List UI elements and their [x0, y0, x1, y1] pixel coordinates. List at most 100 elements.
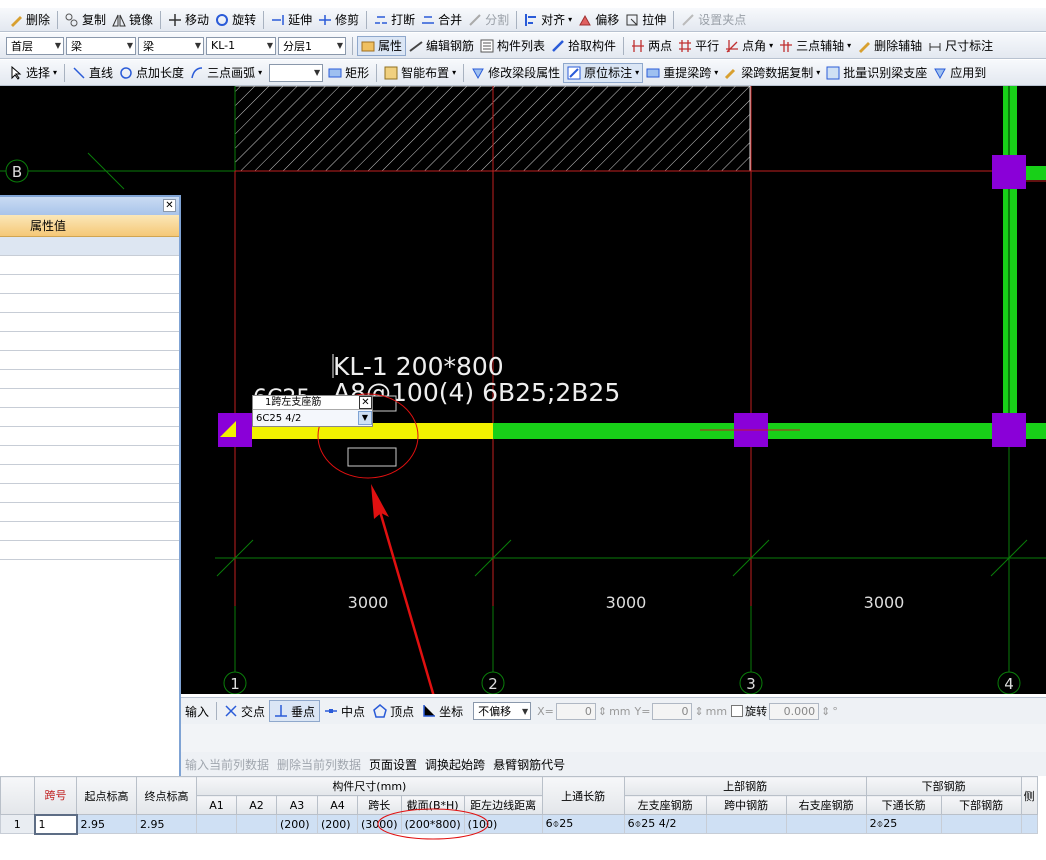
y-input[interactable]: 0 [652, 702, 693, 720]
chevron-down-icon[interactable]: ▼ [358, 411, 372, 425]
column[interactable] [992, 155, 1026, 189]
floor-select[interactable]: 首层 ▼ [6, 36, 64, 55]
cantilever-code-button[interactable]: 悬臂钢筋代号 [493, 756, 565, 773]
col-top-through-header[interactable]: 上通长筋 [541, 776, 625, 815]
modify-span-button[interactable]: 修改梁段属性 [468, 63, 563, 83]
property-row[interactable] [0, 427, 179, 446]
rotate-input[interactable]: 0.000 [769, 702, 820, 720]
beam-span-2-3[interactable] [493, 423, 1046, 439]
property-row[interactable] [0, 275, 179, 294]
col-left-edge-header[interactable]: 距左边线距离 [463, 795, 543, 815]
offset-button[interactable]: 偏移 [575, 10, 622, 30]
select-button[interactable]: 选择 ▾ [6, 63, 60, 83]
property-row[interactable] [0, 446, 179, 465]
category-select[interactable]: 梁 ▼ [66, 36, 136, 55]
cell-top-through[interactable]: 6⌽25 [541, 814, 625, 834]
delete-button[interactable]: 删除 [6, 10, 53, 30]
col-span-header[interactable]: 跨号 [34, 776, 77, 815]
table-row[interactable]: 1 1 2.95 2.95 (200) (200) (3000) (200*80… [0, 813, 1038, 835]
property-button[interactable]: 属性 [357, 35, 407, 56]
cell-left-support[interactable]: 6⌽25 4/2 [623, 814, 707, 834]
point-length-button[interactable]: 点加长度 [116, 63, 187, 83]
cell-a1[interactable] [196, 814, 237, 834]
cell-more[interactable] [1020, 814, 1038, 834]
cell-end-elev[interactable]: 2.95 [136, 814, 197, 834]
row-number[interactable]: 1 [0, 814, 35, 834]
two-points-button[interactable]: 两点 [628, 36, 675, 56]
label-input-box-bottom[interactable] [347, 447, 397, 467]
property-row[interactable] [0, 522, 179, 541]
batch-identify-button[interactable]: 批量识别梁支座 [823, 63, 930, 83]
cell-section[interactable]: (200*800) [400, 814, 465, 834]
dim-label-button[interactable]: 尺寸标注 [925, 36, 996, 56]
cell-mid-span[interactable] [705, 814, 787, 834]
popup-value-combo[interactable]: 6C25 4/2 ▼ [253, 410, 372, 426]
pick-component-button[interactable]: 拾取构件 [548, 36, 619, 56]
col-span-length-header[interactable]: 跨长 [357, 795, 402, 815]
property-row[interactable] [0, 465, 179, 484]
cell-right-support[interactable] [785, 814, 867, 834]
vertex-snap[interactable]: 顶点 [369, 700, 418, 722]
x-input[interactable]: 0 [555, 702, 596, 720]
align-button[interactable]: 对齐 ▾ [521, 10, 575, 30]
rotate-button[interactable]: 旋转 [212, 10, 259, 30]
cell-a2[interactable] [236, 814, 277, 834]
component-select[interactable]: KL-1 ▼ [206, 36, 276, 55]
col-a4-header[interactable]: A4 [317, 795, 358, 815]
perpendicular-snap[interactable]: 垂点 [269, 700, 321, 722]
split-button[interactable]: 分割 [465, 10, 512, 30]
close-icon[interactable]: ✕ [359, 396, 372, 409]
property-row[interactable] [0, 503, 179, 522]
delete-axis-button[interactable]: 删除辅轴 [854, 36, 925, 56]
smart-layout-button[interactable]: 智能布置 ▾ [381, 63, 459, 83]
trim-button[interactable]: 修剪 [315, 10, 362, 30]
property-row[interactable] [0, 541, 179, 560]
intersection-snap[interactable]: 交点 [220, 700, 269, 722]
col-left-support-header[interactable]: 左支座钢筋 [623, 795, 707, 815]
set-grip-button[interactable]: 设置夹点 [678, 10, 749, 30]
rect-button[interactable]: 矩形 [325, 63, 372, 83]
cell-start-elev[interactable]: 2.95 [76, 814, 137, 834]
col-start-elev-header[interactable]: 起点标高 [76, 776, 137, 815]
input-button[interactable]: 输入 [181, 700, 213, 722]
property-row[interactable] [0, 294, 179, 313]
property-row[interactable] [0, 484, 179, 503]
cell-bottom-part[interactable] [940, 814, 1022, 834]
spin-icon[interactable]: ⇕ [821, 705, 830, 718]
col-a1-header[interactable]: A1 [196, 795, 237, 815]
cell-a3[interactable]: (200) [276, 814, 318, 834]
type-select[interactable]: 梁 ▼ [138, 36, 204, 55]
layer-select[interactable]: 分层1 ▼ [278, 36, 346, 55]
property-row[interactable] [0, 313, 179, 332]
col-section-header[interactable]: 截面(B*H) [400, 795, 465, 815]
page-setup-button[interactable]: 页面设置 [369, 756, 417, 773]
re-extract-span-button[interactable]: 重提梁跨 ▾ [643, 63, 721, 83]
input-col-button[interactable]: 输入当前列数据 [185, 756, 269, 773]
in-situ-label-button[interactable]: 原位标注 ▾ [563, 62, 644, 83]
property-row[interactable] [0, 237, 179, 256]
col-bottom-part-header[interactable]: 下部钢筋 [940, 795, 1022, 815]
property-row[interactable] [0, 408, 179, 427]
point-angle-button[interactable]: 点角 ▾ [722, 36, 776, 56]
cell-a4[interactable]: (200) [317, 814, 358, 834]
cell-span[interactable]: 1 [33, 813, 78, 835]
delete-col-button[interactable]: 删除当前列数据 [277, 756, 361, 773]
span-data-copy-button[interactable]: 梁跨数据复制 ▾ [721, 63, 823, 83]
midpoint-snap[interactable]: 中点 [320, 700, 369, 722]
property-row[interactable] [0, 256, 179, 275]
property-row[interactable] [0, 370, 179, 389]
break-button[interactable]: 打断 [371, 10, 418, 30]
cell-bottom-through[interactable]: 2⌽25 [865, 814, 942, 834]
rotate-checkbox[interactable] [731, 705, 744, 717]
col-a2-header[interactable]: A2 [236, 795, 277, 815]
move-button[interactable]: 移动 [165, 10, 212, 30]
label-input-box[interactable] [371, 395, 397, 412]
rebar-popup[interactable]: 1跨左支座筋 ✕ 6C25 4/2 ▼ [252, 395, 373, 427]
col-end-elev-header[interactable]: 终点标高 [136, 776, 197, 815]
spin-icon[interactable]: ⇕ [598, 705, 607, 718]
col-right-support-header[interactable]: 右支座钢筋 [785, 795, 867, 815]
cell-span-length[interactable]: (3000) [357, 814, 402, 834]
three-point-arc-button[interactable]: 三点画弧 ▾ [187, 63, 265, 83]
cell-left-edge[interactable]: (100) [463, 814, 543, 834]
col-mid-span-header[interactable]: 跨中钢筋 [705, 795, 787, 815]
